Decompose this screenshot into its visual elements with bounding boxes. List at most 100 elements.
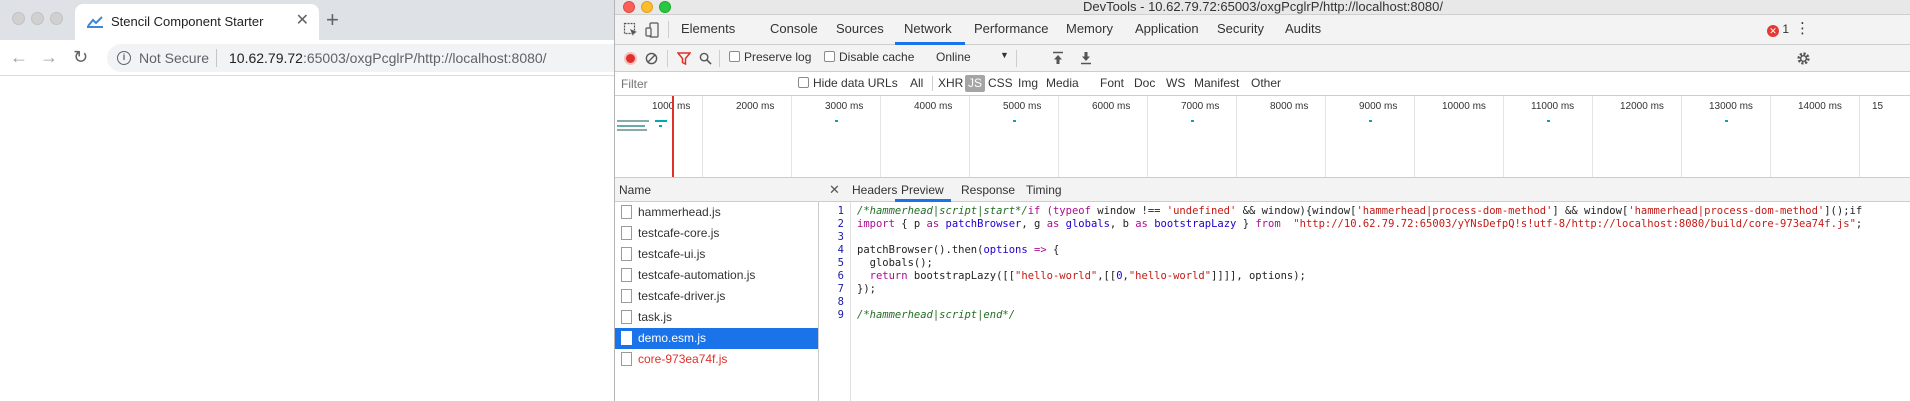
request-row[interactable]: testcafe-automation.js [615, 265, 818, 286]
line-number: 9 [837, 309, 844, 321]
url-host: 10.62.79.72 [229, 50, 303, 66]
code-keyword: if ( [1027, 205, 1053, 217]
export-har-icon[interactable] [1080, 51, 1092, 65]
tab-audits[interactable]: Audits [1285, 21, 1321, 36]
request-row[interactable]: testcafe-core.js [615, 223, 818, 244]
filter-type-css[interactable]: CSS [988, 76, 1013, 90]
close-window-button[interactable] [12, 12, 25, 25]
request-row[interactable]: testcafe-driver.js [615, 286, 818, 307]
grid-line [1859, 96, 1860, 177]
tab-elements[interactable]: Elements [681, 21, 735, 36]
filter-type-font[interactable]: Font [1100, 76, 1124, 90]
request-row-selected[interactable]: demo.esm.js [615, 328, 818, 349]
filter-type-js[interactable]: JS [965, 75, 986, 92]
filter-type-ws[interactable]: WS [1166, 76, 1185, 90]
code-comment: /*hammerhead|script|end*/ [857, 309, 1016, 321]
code-text: , g [1021, 218, 1047, 230]
tab-network[interactable]: Network [904, 21, 952, 36]
request-bar [617, 129, 647, 131]
tab-headers[interactable]: Headers [852, 183, 897, 197]
address-bar[interactable]: i Not Secure 10.62.79.72:65003/oxgPcglrP… [107, 44, 614, 72]
hide-data-urls-checkbox[interactable]: Hide data URLs [798, 76, 898, 90]
details-tabs: ✕ Headers Preview Response Timing [819, 178, 1910, 202]
filter-input[interactable] [617, 74, 783, 93]
line-number: 2 [837, 218, 844, 230]
preserve-log-checkbox[interactable]: Preserve log [729, 50, 811, 64]
devtools-titlebar: DevTools - 10.62.79.72:65003/oxgPcglrP/h… [615, 0, 1910, 15]
inspect-element-icon[interactable] [623, 22, 639, 38]
filter-type-manifest[interactable]: Manifest [1194, 76, 1239, 90]
filter-type-doc[interactable]: Doc [1134, 76, 1155, 90]
more-options-icon[interactable]: ⋮ [1795, 21, 1810, 37]
checkbox-box[interactable] [798, 77, 809, 88]
throttle-value: Online [936, 50, 971, 64]
tab-security[interactable]: Security [1217, 21, 1264, 36]
tab-strip: Stencil Component Starter ✕ + [0, 0, 614, 40]
code-line: import { p as patchBrowser, g as globals… [857, 218, 1862, 231]
url-text[interactable]: 10.62.79.72:65003/oxgPcglrP/http://local… [229, 50, 547, 66]
minimize-window-button[interactable] [31, 12, 44, 25]
request-name: hammerhead.js [638, 205, 721, 219]
checkbox-box[interactable] [824, 51, 835, 62]
request-mark [1725, 120, 1728, 122]
reload-icon[interactable]: ↻ [73, 47, 88, 67]
throttling-select[interactable]: Online ▼ [936, 50, 1009, 64]
close-details-icon[interactable]: ✕ [829, 182, 840, 198]
forward-arrow-icon[interactable]: → [40, 47, 58, 67]
code-line: }); [857, 283, 876, 295]
error-count-badge[interactable]: ✕ 1 [1767, 22, 1789, 37]
code-text: ]();if [1824, 205, 1863, 217]
record-icon[interactable] [624, 52, 637, 65]
request-row-error[interactable]: core-973ea74f.js [615, 349, 818, 370]
request-mark [1013, 120, 1016, 122]
tab-console[interactable]: Console [770, 21, 818, 36]
zoom-window-button[interactable] [50, 12, 63, 25]
network-overview-timeline[interactable]: 1000 ms 2000 ms 3000 ms 4000 ms 5000 ms … [615, 96, 1910, 178]
filter-type-img[interactable]: Img [1018, 76, 1038, 90]
devtools-panel-tabs: Elements Console Sources Network Perform… [615, 15, 1910, 45]
tab-preview[interactable]: Preview [901, 183, 944, 197]
device-toolbar-icon[interactable] [645, 22, 661, 38]
tab-performance[interactable]: Performance [974, 21, 1048, 36]
clear-icon[interactable] [645, 52, 658, 65]
code-text: bootstrapLazy([[ [907, 270, 1016, 282]
code-comment: /*hammerhead|script|start*/ [857, 205, 1028, 217]
info-icon[interactable]: i [117, 51, 131, 65]
filter-type-all[interactable]: All [910, 76, 923, 90]
code-line: /*hammerhead|script|start*/if (typeof wi… [857, 205, 1862, 218]
filter-type-xhr[interactable]: XHR [938, 76, 963, 90]
request-row[interactable]: task.js [615, 307, 818, 328]
grid-line [1414, 96, 1415, 177]
settings-gear-icon[interactable] [1796, 51, 1811, 66]
grid-line [1147, 96, 1148, 177]
checkbox-box[interactable] [729, 51, 740, 62]
grid-line [1236, 96, 1237, 177]
request-row[interactable]: testcafe-ui.js [615, 244, 818, 265]
filter-type-other[interactable]: Other [1251, 76, 1281, 90]
browser-tab[interactable]: Stencil Component Starter ✕ [75, 4, 319, 40]
tab-memory[interactable]: Memory [1066, 21, 1113, 36]
tab-sources[interactable]: Sources [836, 21, 884, 36]
request-row[interactable]: hammerhead.js [615, 202, 818, 223]
separator [1016, 50, 1017, 67]
tab-application[interactable]: Application [1135, 21, 1199, 36]
back-arrow-icon[interactable]: ← [10, 47, 28, 67]
close-tab-icon[interactable]: ✕ [296, 12, 309, 30]
new-tab-icon[interactable]: + [326, 8, 339, 32]
filter-type-media[interactable]: Media [1046, 76, 1079, 90]
tab-timing[interactable]: Timing [1026, 183, 1062, 197]
name-column-header[interactable]: Name [615, 178, 819, 202]
grid-line [969, 96, 970, 177]
grid-line [791, 96, 792, 177]
search-icon[interactable] [699, 52, 712, 65]
network-toolbar: Preserve log Disable cache Online ▼ [615, 45, 1910, 72]
disable-cache-checkbox[interactable]: Disable cache [824, 50, 914, 64]
grid-line [1503, 96, 1504, 177]
filter-icon[interactable] [677, 52, 691, 65]
timeline-tick: 3000 ms [825, 101, 864, 112]
import-har-icon[interactable] [1052, 51, 1064, 65]
code-line: return bootstrapLazy([["hello-world",[[0… [857, 270, 1306, 283]
error-icon: ✕ [1767, 25, 1779, 37]
url-path: :65003/oxgPcglrP/http://localhost:8080/ [302, 50, 547, 66]
tab-response[interactable]: Response [961, 183, 1015, 197]
